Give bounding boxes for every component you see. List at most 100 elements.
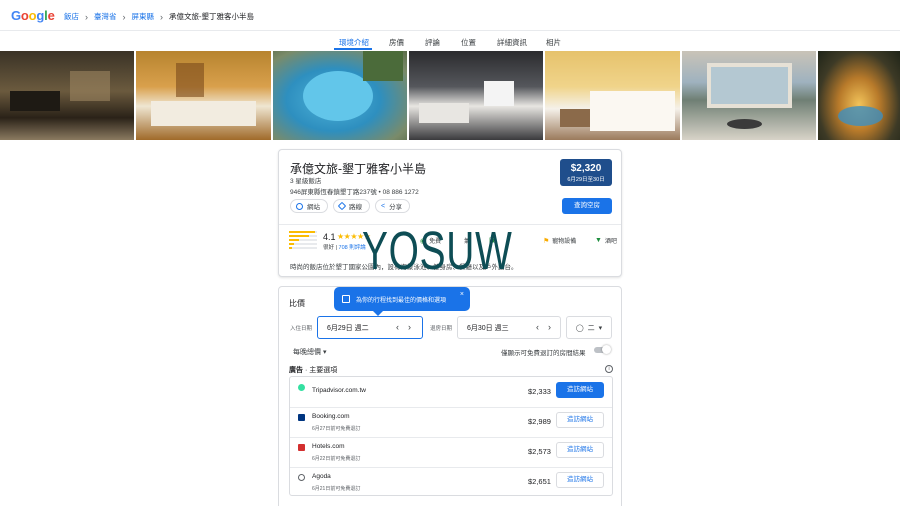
chevron-left-icon[interactable]: ‹ [536, 322, 539, 332]
visit-site-button[interactable]: 造訪網站 [556, 412, 604, 428]
breadcrumb: 飯店 › 臺灣省 › 屏東縣 › 承億文旅-墾丁雅客小半島 [64, 11, 254, 22]
breadcrumb-hotels[interactable]: 飯店 [64, 11, 79, 22]
directions-button[interactable]: 路線 [333, 199, 370, 213]
visit-site-button[interactable]: 造訪網站 [556, 472, 604, 488]
panel-title: 比價 [289, 299, 305, 308]
chevron-right-icon[interactable]: › [408, 322, 411, 332]
checkin-label: 入住日期 [290, 326, 313, 332]
price-dates: 6月29日至30日 [567, 177, 605, 183]
tab-rooms[interactable]: 房價 [389, 37, 404, 48]
ads-label: 廣告 [289, 367, 303, 374]
hotels-com-icon [298, 444, 305, 451]
watermark-text: YOSUW [362, 221, 513, 281]
chevron-right-icon: › [122, 11, 126, 22]
tab-location[interactable]: 位置 [461, 37, 476, 48]
breadcrumb-current: 承億文旅-墾丁雅客小半島 [169, 12, 254, 21]
provider-name: Tripadvisor.com.tw [312, 387, 366, 394]
share-label: 分享 [389, 204, 403, 211]
hotel-photo-bathroom[interactable] [409, 51, 543, 140]
list-item: Hotels.com 6月22日前可免費退訂 $2,573 造訪網站 [290, 437, 612, 468]
provider-name: Booking.com [312, 413, 350, 420]
guests-selector[interactable]: ◯ 二 ▾ [566, 316, 612, 339]
breadcrumb-province[interactable]: 臺灣省 [94, 11, 117, 22]
rating-bar [289, 247, 317, 249]
checkout-label: 退房日期 [430, 326, 453, 332]
globe-icon [296, 202, 303, 210]
visit-site-button[interactable]: 造訪網站 [556, 442, 604, 458]
price-comparison-panel: 比價 為你的行程找到最佳的價格和選項 × 入住日期 6月29日 週二 ‹ › 退… [278, 286, 622, 506]
provider-price: $2,333 [528, 387, 551, 396]
checkin-value: 6月29日 週二 [327, 324, 369, 332]
calendar-icon [342, 295, 350, 303]
website-button[interactable]: 網站 [290, 199, 328, 213]
agoda-icon [298, 474, 305, 481]
breadcrumb-county[interactable]: 屏東縣 [132, 11, 155, 22]
provider-price: $2,651 [528, 477, 551, 486]
tripadvisor-icon [298, 384, 305, 391]
share-icon: < [381, 202, 386, 210]
directions-label: 路線 [349, 204, 362, 211]
google-logo[interactable]: Google [11, 8, 55, 23]
visit-site-button[interactable]: 造訪網站 [556, 382, 604, 398]
chevron-right-icon: › [85, 11, 88, 22]
free-cancel-note: 6月27日前可免費退訂 [312, 426, 361, 432]
hotel-photo-room[interactable] [136, 51, 271, 140]
person-icon: ◯ [575, 324, 584, 332]
logo-letter: o [28, 8, 37, 23]
ads-sub: · 主要選項 [303, 367, 338, 374]
rating-score: 4.1 [323, 232, 336, 242]
tab-reviews[interactable]: 評論 [425, 37, 440, 48]
tab-overview[interactable]: 環境介紹 [339, 37, 369, 48]
rating-bar [289, 243, 317, 245]
hotel-photo-view[interactable] [682, 51, 816, 140]
logo-letter: e [47, 8, 55, 23]
provider-price: $2,989 [528, 417, 551, 426]
price-badge[interactable]: $2,320 6月29日至30日 [560, 159, 612, 186]
list-item: Booking.com 6月27日前可免費退訂 $2,989 造訪網站 [290, 407, 612, 438]
flag-icon: ⚑ [543, 237, 550, 245]
chevron-left-icon[interactable]: ‹ [396, 322, 399, 332]
provider-price: $2,573 [528, 447, 551, 456]
tab-details[interactable]: 詳細資訊 [497, 37, 527, 48]
share-button[interactable]: < 分享 [375, 199, 411, 213]
logo-letter: g [36, 8, 45, 23]
free-cancel-label: 僅顯示可免費退訂的房間結果 [501, 350, 586, 357]
active-tab-indicator [334, 48, 372, 50]
hotel-class: 3 星級飯店 [290, 178, 322, 185]
amenity-item: ⚑ 寵物設備 [543, 236, 577, 246]
checkout-field[interactable]: 6月30日 週三 ‹ › [457, 316, 561, 339]
list-item: Agoda 6月21日前可免費退訂 $2,651 造訪網站 [290, 467, 612, 498]
chevron-right-icon: › [160, 11, 163, 22]
ads-heading: 廣告 · 主要選項 [289, 365, 337, 375]
check-availability-button[interactable]: 查詢空房 [562, 198, 612, 214]
booking-icon [298, 414, 305, 421]
rating-bar [289, 231, 317, 233]
hotel-photo-pool[interactable] [273, 51, 407, 140]
hotel-photo-garden[interactable] [818, 51, 900, 140]
price-amount: $2,320 [570, 163, 602, 174]
chevron-right-icon[interactable]: › [548, 322, 551, 332]
checkin-field[interactable]: 6月29日 週二 ‹ › [317, 316, 423, 339]
section-tabs: 環境介紹 房價 評論 位置 詳細資訊 相片 [0, 31, 900, 51]
price-mode-dropdown[interactable]: 每晚總價 ▾ [293, 347, 326, 357]
rating-label: 很好 [323, 245, 335, 251]
hotel-photo-lobby[interactable] [0, 51, 134, 140]
info-icon[interactable]: i [605, 365, 613, 373]
close-icon[interactable]: × [460, 291, 464, 298]
chevron-down-icon: ▾ [598, 324, 603, 332]
logo-letter: G [11, 8, 21, 23]
website-label: 網站 [307, 204, 320, 211]
hotel-address: 946屏東縣恆春鎮墾丁路237號 • 08 886 1272 [290, 189, 419, 196]
free-cancel-toggle[interactable] [594, 345, 611, 354]
provider-name: Hotels.com [312, 443, 345, 450]
guests-value: 二 [587, 324, 595, 332]
hotel-photo-bedroom[interactable] [545, 51, 680, 140]
amenity-label: 酒吧 [604, 239, 617, 245]
tooltip-text: 為你的行程找到最佳的價格和選項 [356, 297, 447, 304]
top-bar: Google 飯店 › 臺灣省 › 屏東縣 › 承億文旅-墾丁雅客小半島 [0, 0, 900, 31]
tab-photos[interactable]: 相片 [546, 37, 561, 48]
price-listings: Tripadvisor.com.tw $2,333 造訪網站 Booking.c… [289, 376, 613, 496]
amenity-label: 寵物設備 [552, 239, 577, 245]
rating-bar [289, 239, 317, 241]
rating-bar [289, 235, 317, 237]
